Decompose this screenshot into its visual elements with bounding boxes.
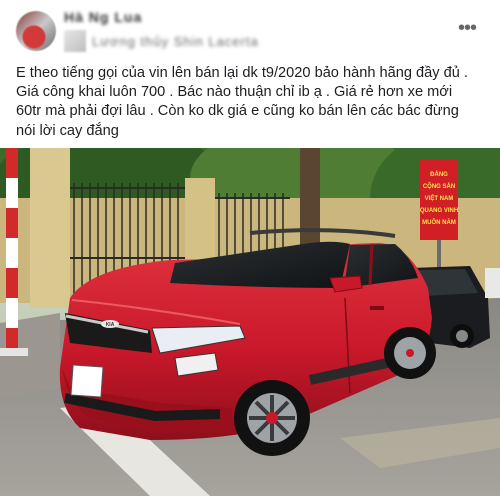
post-meta-text[interactable]: Lương thủy Shin Lacerta: [92, 34, 259, 49]
post-line-4: nói lời cay đắng: [16, 122, 119, 139]
post-meta: Lương thủy Shin Lacerta: [64, 30, 259, 52]
post-photo[interactable]: ĐẢNG CỘNG SẢN VIỆT NAM QUANG VINH MUÔN N…: [0, 148, 500, 496]
car-photo-illustration: ĐẢNG CỘNG SẢN VIỆT NAM QUANG VINH MUÔN N…: [0, 148, 500, 496]
sign-line: ĐẢNG: [430, 171, 448, 178]
post-body: E theo tiếng gọi của vin lên bán lại dk …: [16, 64, 486, 141]
sign-line: MUÔN NĂM: [422, 218, 456, 226]
sign-line: QUANG VINH: [420, 208, 458, 214]
author-name[interactable]: Hà Ng Lua: [64, 9, 142, 25]
post-line-3: 60tr mà phải đợi lâu . Còn ko dk giá e c…: [16, 103, 459, 120]
post-line-1: E theo tiếng gọi của vin lên bán lại dk …: [16, 65, 468, 81]
post-header: Hà Ng Lua Lương thủy Shin Lacerta •••: [0, 0, 500, 58]
sign-line: CỘNG SẢN: [423, 182, 455, 190]
group-avatar[interactable]: [64, 30, 86, 52]
author-avatar[interactable]: [16, 11, 56, 51]
more-horizontal-icon[interactable]: •••: [451, 16, 483, 40]
sign-line: VIỆT NAM: [425, 194, 454, 202]
post-line-2: Giá công khai luôn 700 . Bác nào thuận c…: [16, 84, 453, 101]
car-logo: KIA: [106, 322, 115, 328]
